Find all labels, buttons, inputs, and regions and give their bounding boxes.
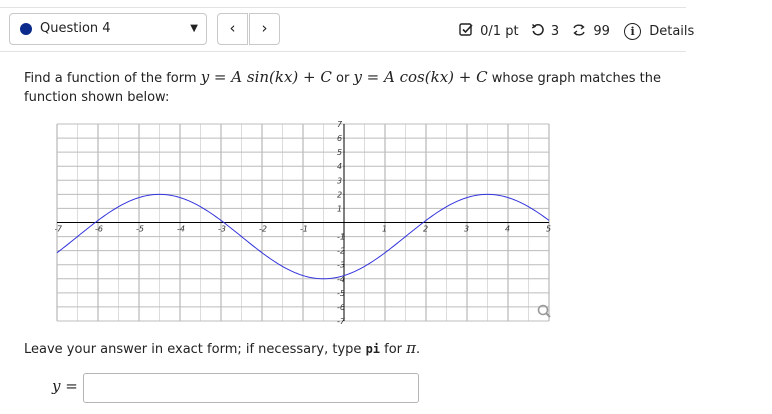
top-divider [0, 7, 686, 8]
form-cosine: y = A cos(kx) + C [353, 68, 488, 86]
answer-instructions: Leave your answer in exact form; if nece… [24, 339, 420, 357]
question-prompt: Find a function of the form y = A sin(kx… [24, 68, 684, 107]
x-tick-label: 1 [382, 225, 387, 234]
question-stats: 0/1 pt 3 99 i Details [459, 22, 694, 42]
checkbox-icon [459, 22, 474, 41]
info-icon[interactable]: i [624, 23, 642, 40]
y-tick-label: 2 [337, 190, 342, 199]
y-tick-label: -1 [337, 233, 345, 242]
retry-icon [531, 23, 545, 41]
chevron-down-icon: ▼ [190, 23, 198, 34]
answer-var: y [52, 377, 61, 395]
y-tick-label: 5 [337, 148, 342, 157]
y-tick-label: -5 [337, 289, 345, 298]
pi-code: pi [365, 342, 381, 356]
pi-symbol: π [406, 339, 417, 357]
x-tick-label: -6 [95, 225, 103, 234]
y-tick-label: 1 [337, 204, 342, 213]
function-graph: -7-6-5-4-3-2-1123457654321-1-2-3-4-5-6-7 [54, 120, 560, 330]
x-tick-label: 2 [423, 225, 428, 234]
x-tick-label: 5 [546, 225, 551, 234]
header-divider [0, 51, 686, 52]
y-tick-label: 4 [337, 162, 342, 171]
y-tick-label: 3 [337, 176, 342, 185]
y-tick-label: 7 [337, 121, 343, 129]
answer-equals: = [65, 377, 78, 395]
answer-input[interactable] [83, 373, 419, 403]
attempts-icon [571, 23, 587, 41]
instruction-text: Leave your answer in exact form; if nece… [24, 342, 366, 357]
y-tick-label: -6 [337, 303, 345, 312]
y-tick-label: -2 [337, 247, 345, 256]
x-tick-label: 3 [464, 225, 469, 234]
points-text: 0/1 pt [480, 24, 519, 39]
x-tick-label: -2 [259, 225, 267, 234]
x-tick-label: -3 [218, 225, 226, 234]
retries-count: 3 [550, 24, 560, 39]
question-status-dot [20, 23, 32, 35]
answer-label: y = [52, 377, 78, 395]
question-select[interactable]: Question 4 ▼ [9, 13, 207, 45]
details-link[interactable]: Details [649, 24, 694, 39]
previous-question-button[interactable]: ‹ [217, 13, 248, 45]
x-tick-label: -1 [300, 225, 308, 234]
x-tick-label: -4 [177, 225, 185, 234]
y-tick-label: 6 [337, 134, 342, 143]
prompt-text: Find a function of the form [24, 71, 201, 86]
instruction-end: . [416, 342, 421, 357]
x-tick-label: 4 [505, 225, 510, 234]
x-tick-label: -7 [55, 225, 63, 234]
next-question-button[interactable]: › [249, 13, 280, 45]
form-sine: y = A sin(kx) + C [200, 68, 332, 86]
y-tick-label: -7 [337, 317, 346, 326]
instruction-for: for [380, 342, 407, 357]
attempts-count: 99 [593, 24, 610, 39]
graph-canvas: -7-6-5-4-3-2-1123457654321-1-2-3-4-5-6-7 [54, 120, 551, 326]
y-tick-label: -3 [337, 261, 345, 270]
question-label: Question 4 [40, 21, 111, 36]
prompt-or: or [331, 71, 354, 86]
x-tick-label: -5 [136, 225, 144, 234]
